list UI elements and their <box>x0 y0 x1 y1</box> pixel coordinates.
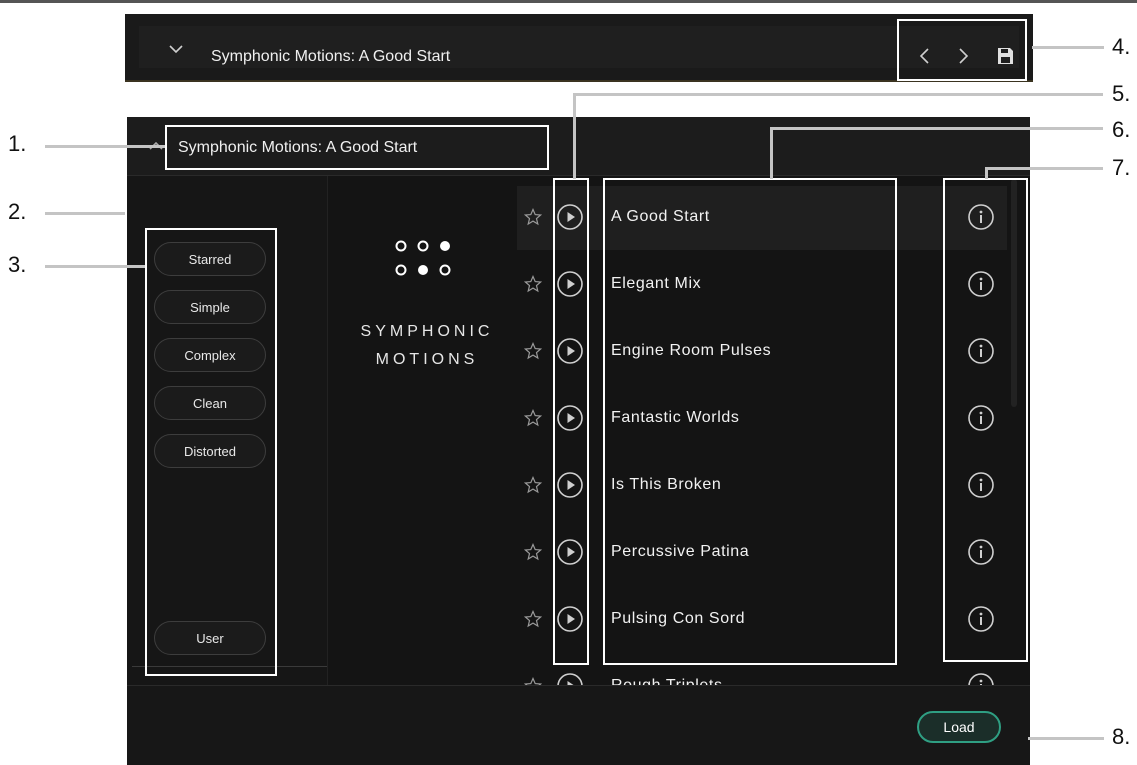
leader-line-1 <box>45 145 165 148</box>
leader-line-8 <box>1028 737 1104 740</box>
leader-line-5 <box>573 93 1103 96</box>
star-icon[interactable] <box>523 542 543 561</box>
callout-label-2: 2. <box>8 199 27 224</box>
load-button[interactable]: Load <box>917 711 1001 743</box>
callout-box-6 <box>603 178 897 665</box>
brand-name-line2: MOTIONS <box>375 351 479 368</box>
leader-line-5-drop <box>573 93 576 179</box>
leader-line-6-drop <box>770 127 773 179</box>
leader-line-7 <box>985 167 1103 170</box>
star-icon[interactable] <box>523 207 543 226</box>
star-icon[interactable] <box>523 609 543 628</box>
callout-label-8: 8. <box>1112 724 1131 749</box>
footer-bar <box>127 685 1030 765</box>
leader-line-2 <box>45 212 125 215</box>
callout-box-1 <box>165 125 549 170</box>
brand-logo <box>395 240 451 276</box>
star-icon[interactable] <box>523 475 543 494</box>
top-border <box>0 0 1137 3</box>
leader-line-3 <box>45 265 145 268</box>
callout-box-5 <box>553 178 589 665</box>
callout-box-7 <box>943 178 1028 662</box>
preset-bar-inner: Symphonic Motions: A Good Start <box>139 26 1019 68</box>
callout-box-4 <box>897 19 1027 81</box>
callout-box-3 <box>145 228 277 676</box>
star-icon[interactable] <box>523 408 543 427</box>
callout-label-5: 5. <box>1112 81 1131 106</box>
leader-line-4 <box>1032 46 1104 49</box>
callout-label-3: 3. <box>8 252 27 277</box>
star-icon[interactable] <box>523 341 543 360</box>
callout-label-1: 1. <box>8 131 27 156</box>
preset-bar-title[interactable]: Symphonic Motions: A Good Start <box>211 48 450 66</box>
callout-label-7: 7. <box>1112 155 1131 180</box>
leader-line-6 <box>770 127 1103 130</box>
callout-label-4: 4. <box>1112 34 1131 59</box>
leader-line-7-drop <box>985 167 988 179</box>
star-icon[interactable] <box>523 274 543 293</box>
brand-name-line1: SYMPHONIC <box>360 323 494 340</box>
chevron-down-icon[interactable] <box>169 44 183 54</box>
callout-label-6: 6. <box>1112 117 1131 142</box>
